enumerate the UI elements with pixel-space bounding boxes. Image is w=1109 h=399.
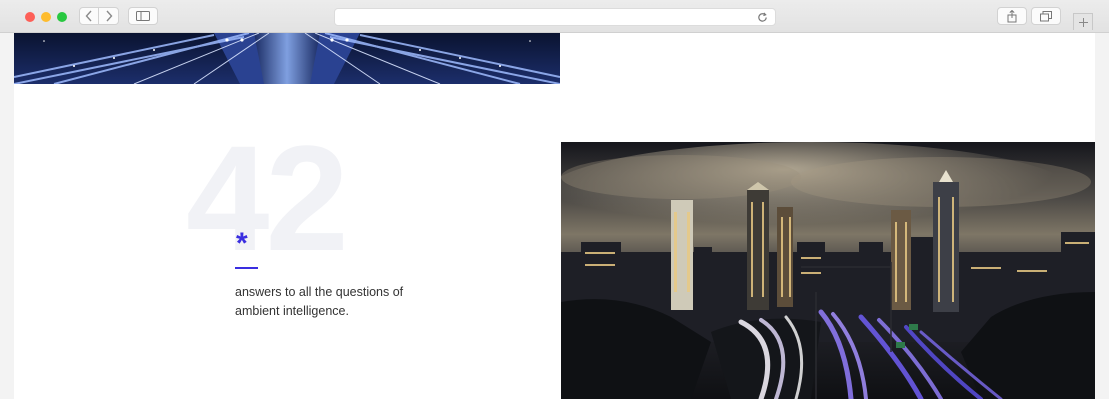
sidebar-icon [136, 11, 150, 21]
reload-icon [757, 12, 767, 22]
sidebar-toggle-button[interactable] [128, 7, 158, 25]
plus-icon [1078, 17, 1088, 27]
minimize-window-button[interactable] [41, 12, 51, 22]
tabs-icon [1040, 10, 1052, 21]
chevron-right-icon [105, 10, 112, 22]
tabs-overview-button[interactable] [1031, 7, 1061, 25]
forward-button[interactable] [99, 7, 119, 25]
page-content: 42 * answers to all the questions of amb… [14, 33, 1095, 399]
browser-toolbar [0, 0, 1109, 33]
tagline-text: answers to all the questions of ambient … [235, 285, 404, 318]
maximize-window-button[interactable] [57, 12, 67, 22]
city-skyline-photo [561, 142, 1095, 399]
back-button[interactable] [79, 7, 99, 25]
asterisk-icon: * [236, 227, 248, 260]
new-tab-button[interactable] [1073, 13, 1093, 30]
hero-banner-image [14, 33, 560, 84]
chevron-left-icon [85, 10, 92, 22]
close-window-button[interactable] [25, 12, 35, 22]
browser-window: 42 * answers to all the questions of amb… [0, 0, 1109, 399]
address-bar[interactable] [334, 8, 776, 26]
share-button[interactable] [997, 7, 1027, 25]
share-icon [1007, 9, 1017, 22]
accent-divider [235, 267, 258, 269]
big-number-42: 42 [186, 114, 349, 282]
reload-button[interactable] [755, 10, 769, 24]
